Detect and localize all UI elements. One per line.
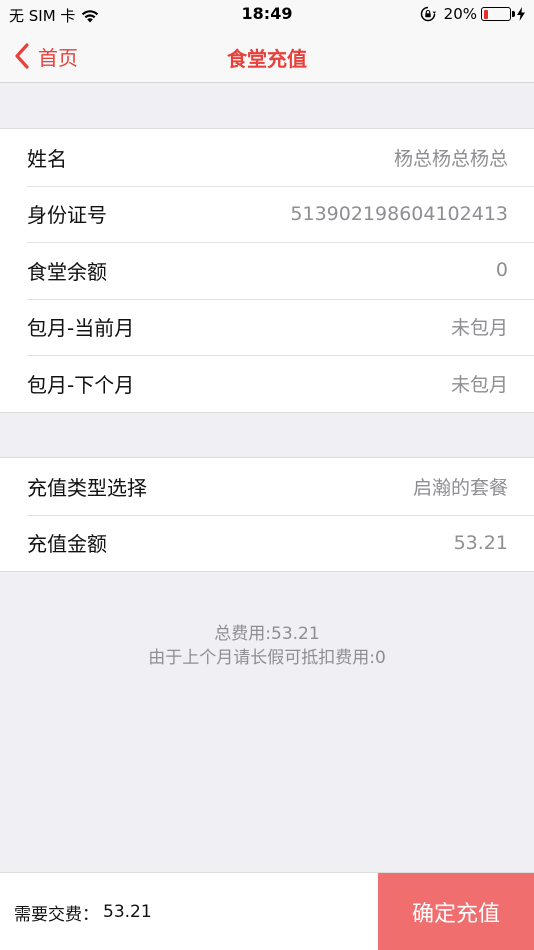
page-title: 食堂充值 bbox=[227, 47, 307, 71]
recharge-screen: 无 SIM 卡 18:49 20% 首页 食堂充值 姓名 杨总杨总杨总 身份证号… bbox=[0, 0, 534, 950]
battery-percent: 20% bbox=[443, 5, 477, 23]
pay-summary: 需要交费： 53.21 bbox=[14, 873, 152, 950]
charging-icon bbox=[517, 7, 525, 21]
navigation-bar: 首页 食堂充值 bbox=[0, 30, 534, 83]
status-bar: 无 SIM 卡 18:49 20% bbox=[0, 0, 534, 30]
row-value: 513902198604102413 bbox=[290, 202, 508, 225]
row-value: 53.21 bbox=[453, 531, 508, 554]
pay-label: 需要交费： bbox=[14, 904, 99, 925]
row-label: 包月-下个月 bbox=[27, 372, 135, 397]
row-value: 启瀚的套餐 bbox=[412, 476, 508, 499]
row-monthly-next: 包月-下个月 未包月 bbox=[0, 355, 534, 412]
rotation-lock-icon bbox=[420, 6, 436, 22]
row-label: 身份证号 bbox=[27, 203, 107, 228]
fee-summary: 总费用:53.21 由于上个月请长假可抵扣费用:0 bbox=[0, 622, 534, 670]
row-name: 姓名 杨总杨总杨总 bbox=[0, 129, 534, 186]
confirm-recharge-button[interactable]: 确定充值 bbox=[378, 873, 534, 950]
row-label: 充值金额 bbox=[27, 532, 107, 557]
row-value: 0 bbox=[495, 259, 508, 282]
total-fee-text: 总费用:53.21 bbox=[214, 624, 320, 644]
battery-nub bbox=[512, 11, 515, 17]
row-value: 未包月 bbox=[450, 317, 508, 340]
row-label: 包月-当前月 bbox=[27, 316, 135, 341]
row-canteen-balance: 食堂余额 0 bbox=[0, 242, 534, 299]
recharge-group: 充值类型选择 启瀚的套餐 充值金额 53.21 bbox=[0, 457, 534, 572]
deduction-text: 由于上个月请长假可抵扣费用:0 bbox=[148, 648, 386, 668]
row-value: 杨总杨总杨总 bbox=[393, 147, 508, 170]
status-right: 20% bbox=[420, 5, 526, 23]
row-label: 充值类型选择 bbox=[27, 475, 147, 500]
row-label: 姓名 bbox=[27, 146, 67, 171]
pay-amount: 53.21 bbox=[103, 902, 152, 922]
row-value: 未包月 bbox=[450, 373, 508, 396]
bottom-bar: 需要交费： 53.21 确定充值 bbox=[0, 872, 534, 950]
recharge-type-selector[interactable]: 充值类型选择 启瀚的套餐 bbox=[0, 458, 534, 515]
battery-icon bbox=[481, 7, 515, 21]
row-id-number: 身份证号 513902198604102413 bbox=[0, 185, 534, 243]
row-label: 食堂余额 bbox=[27, 259, 107, 284]
info-group: 姓名 杨总杨总杨总 身份证号 513902198604102413 食堂余额 0… bbox=[0, 128, 534, 413]
battery-fill bbox=[483, 9, 489, 19]
row-monthly-current: 包月-当前月 未包月 bbox=[0, 298, 534, 356]
recharge-amount-field[interactable]: 充值金额 53.21 bbox=[0, 514, 534, 572]
